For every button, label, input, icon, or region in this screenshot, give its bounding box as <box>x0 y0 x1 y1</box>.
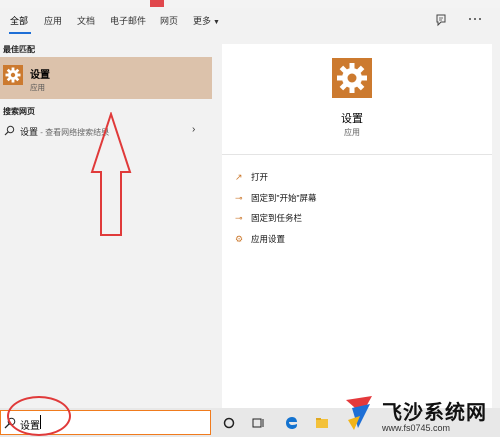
chevron-down-icon: ▼ <box>213 19 220 26</box>
pin-icon: ⊸ <box>235 193 243 203</box>
web-search-query: 设置 <box>20 127 39 137</box>
preview-card <box>222 44 492 408</box>
preview-app-icon <box>332 58 372 98</box>
tab-more[interactable]: 更多 ▼ <box>193 14 220 27</box>
annotation-circle <box>7 396 71 436</box>
action-pin-to-taskbar[interactable]: ⊸ 固定到任务栏 <box>235 212 302 224</box>
annotation-arrow-up <box>90 112 132 236</box>
best-match-subtitle: 应用 <box>30 83 45 92</box>
task-view-icon[interactable] <box>249 414 267 432</box>
watermark-logo <box>346 396 372 430</box>
search-icon <box>4 125 15 136</box>
gear-icon <box>337 63 367 93</box>
settings-app-icon <box>3 65 23 85</box>
file-explorer-icon[interactable] <box>313 414 331 432</box>
action-app-settings-label: 应用设置 <box>251 234 286 244</box>
best-match-title: 设置 <box>30 70 50 81</box>
action-open-label: 打开 <box>251 172 269 182</box>
preview-divider <box>222 154 492 155</box>
open-icon: ↗ <box>235 172 243 182</box>
tab-more-label: 更多 <box>193 16 212 26</box>
tab-email[interactable]: 电子邮件 <box>110 14 146 27</box>
tab-documents[interactable]: 文档 <box>77 14 95 27</box>
action-pin-to-start-label: 固定到"开始"屏幕 <box>251 193 317 203</box>
tab-web[interactable]: 网页 <box>160 14 178 27</box>
preview-title: 设置 <box>341 113 363 125</box>
tab-all[interactable]: 全部 <box>10 14 28 27</box>
background-window-icon <box>150 0 164 7</box>
tab-apps[interactable]: 应用 <box>44 14 62 27</box>
action-pin-to-start[interactable]: ⊸ 固定到"开始"屏幕 <box>235 192 317 204</box>
feedback-icon[interactable] <box>434 13 448 27</box>
cortana-icon[interactable] <box>220 414 238 432</box>
pin-icon: ⊸ <box>235 213 243 223</box>
preview-subtitle: 应用 <box>344 128 360 137</box>
action-open[interactable]: ↗ 打开 <box>235 171 268 183</box>
watermark-name: 飞沙系统网 <box>382 402 487 424</box>
search-scope-tabs: 全部 应用 文档 电子邮件 网页 更多 ▼ <box>0 8 430 36</box>
edge-icon[interactable] <box>283 414 301 432</box>
best-match-label: 最佳匹配 <box>3 45 35 54</box>
background-window-strip <box>0 0 500 8</box>
action-pin-to-taskbar-label: 固定到任务栏 <box>251 213 303 223</box>
active-tab-indicator <box>9 32 31 34</box>
gear-icon: ⚙ <box>235 234 244 244</box>
ellipsis-icon[interactable] <box>468 16 482 22</box>
search-web-label: 搜索网页 <box>3 107 35 116</box>
chevron-right-icon[interactable]: › <box>192 124 195 135</box>
watermark-url: www.fs0745.com <box>382 423 451 433</box>
action-app-settings[interactable]: ⚙ 应用设置 <box>235 233 285 245</box>
gear-icon <box>5 67 21 83</box>
